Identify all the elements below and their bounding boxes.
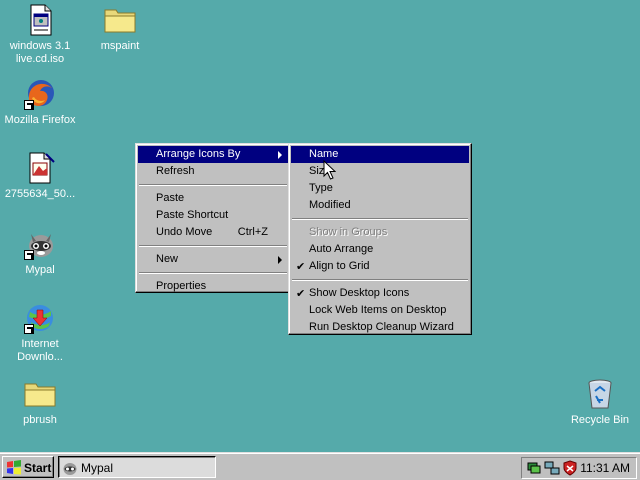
menu-item-label: Show Desktop Icons <box>309 287 410 299</box>
menu-item-label: Modified <box>309 199 351 211</box>
submenu-item-align-to-grid[interactable]: ✔ Align to Grid <box>291 258 469 275</box>
system-tray: 11:31 AM <box>521 457 637 479</box>
internet-download-manager-icon <box>24 302 56 334</box>
submenu-item-name[interactable]: Name <box>291 146 469 163</box>
menu-item-properties[interactable]: Properties <box>138 278 288 295</box>
submenu-item-modified[interactable]: Modified <box>291 197 469 214</box>
menu-item-label: Refresh <box>156 165 195 177</box>
menu-item-label: Paste <box>156 192 185 204</box>
taskbar: Start Mypal 11:31 AM <box>0 452 640 480</box>
submenu-item-desktop-cleanup-wizard[interactable]: Run Desktop Cleanup Wizard <box>291 319 469 336</box>
menu-item-paste[interactable]: Paste <box>138 190 288 207</box>
checkmark-icon: ✔ <box>296 261 306 273</box>
arrange-icons-submenu: Name Size Type Modified Show in Groups A… <box>288 143 472 335</box>
menu-item-label: Lock Web Items on Desktop <box>309 304 447 316</box>
taskbar-button-label: Mypal <box>81 461 114 475</box>
submenu-item-auto-arrange[interactable]: Auto Arrange <box>291 241 469 258</box>
start-button[interactable]: Start <box>2 456 54 478</box>
desktop-icon-pbrush[interactable]: pbrush <box>3 378 77 427</box>
desktop-icon-label: Recycle Bin <box>570 414 630 426</box>
menu-separator <box>139 272 287 274</box>
folder-icon <box>104 4 136 36</box>
mypal-icon <box>63 463 77 475</box>
desktop-icon-label: pbrush <box>23 414 57 426</box>
start-button-label: Start <box>24 461 52 475</box>
network-connections-icon[interactable] <box>544 460 560 476</box>
iso-file-icon <box>24 4 56 36</box>
desktop-icon-label: windows 3.1 live.cd.iso <box>9 40 71 65</box>
desktop-icon-label: Internet Downlo... <box>17 338 63 363</box>
desktop-icon-idm[interactable]: Internet Downlo... <box>3 302 77 364</box>
desktop-icon-firefox[interactable]: Mozilla Firefox <box>3 78 77 127</box>
security-shield-icon[interactable] <box>562 460 578 476</box>
desktop-icon-mypal[interactable]: Mypal <box>3 228 77 277</box>
desktop-icon-mspaint[interactable]: mspaint <box>83 4 157 53</box>
image-file-icon <box>24 152 56 184</box>
menu-item-label: Arrange Icons By <box>156 148 241 160</box>
menu-item-new[interactable]: New <box>138 251 288 268</box>
menu-item-label: Undo Move <box>156 226 213 238</box>
shortcut-arrow-icon <box>24 324 34 334</box>
submenu-item-size[interactable]: Size <box>291 163 469 180</box>
menu-item-label: Properties <box>156 280 207 292</box>
submenu-item-show-in-groups: Show in Groups <box>291 224 469 241</box>
menu-item-label: Align to Grid <box>309 260 370 272</box>
menu-separator <box>139 184 287 186</box>
recycle-bin-icon <box>584 378 616 410</box>
desktop-context-menu: Arrange Icons By Refresh Paste Paste Sho… <box>135 143 291 293</box>
submenu-item-type[interactable]: Type <box>291 180 469 197</box>
desktop-icon-image-file[interactable]: 2755634_50... <box>3 152 77 201</box>
menu-item-shortcut: Ctrl+Z <box>237 226 268 238</box>
menu-separator <box>292 218 468 220</box>
firefox-icon <box>24 78 56 110</box>
menu-separator <box>139 245 287 247</box>
menu-item-label: Paste Shortcut <box>156 209 229 221</box>
mouse-cursor-icon <box>323 160 336 180</box>
clock[interactable]: 11:31 AM <box>580 461 630 475</box>
menu-item-label: Name <box>309 148 339 160</box>
network-icon[interactable] <box>526 460 542 476</box>
taskbar-button-mypal[interactable]: Mypal <box>58 456 216 478</box>
desktop-icon-label: Mypal <box>25 264 55 276</box>
desktop-icon-label: 2755634_50... <box>4 188 76 200</box>
windows-logo-icon <box>7 460 21 475</box>
submenu-item-lock-web-items[interactable]: Lock Web Items on Desktop <box>291 302 469 319</box>
folder-icon <box>24 378 56 410</box>
submenu-arrow-icon <box>278 151 282 159</box>
submenu-item-show-desktop-icons[interactable]: ✔ Show Desktop Icons <box>291 285 469 302</box>
desktop-icon-recycle-bin[interactable]: Recycle Bin <box>563 378 637 427</box>
menu-item-label: Auto Arrange <box>309 243 374 255</box>
shortcut-arrow-icon <box>24 100 34 110</box>
menu-item-label: Run Desktop Cleanup Wizard <box>309 321 454 333</box>
desktop-icon-label: mspaint <box>100 40 140 52</box>
menu-item-label: Show in Groups <box>309 226 388 238</box>
mypal-icon <box>24 228 56 260</box>
desktop-icon-label: Mozilla Firefox <box>4 114 76 126</box>
menu-item-undo-move[interactable]: Undo Move Ctrl+Z <box>138 224 288 241</box>
menu-separator <box>292 279 468 281</box>
shortcut-arrow-icon <box>24 250 34 260</box>
desktop-icon-windows-iso[interactable]: windows 3.1 live.cd.iso <box>3 4 77 66</box>
menu-item-paste-shortcut[interactable]: Paste Shortcut <box>138 207 288 224</box>
menu-item-label: New <box>156 253 179 265</box>
submenu-arrow-icon <box>278 256 282 264</box>
menu-item-arrange-icons-by[interactable]: Arrange Icons By <box>138 146 288 163</box>
checkmark-icon: ✔ <box>296 288 306 300</box>
menu-item-label: Type <box>309 182 333 194</box>
menu-item-refresh[interactable]: Refresh <box>138 163 288 180</box>
